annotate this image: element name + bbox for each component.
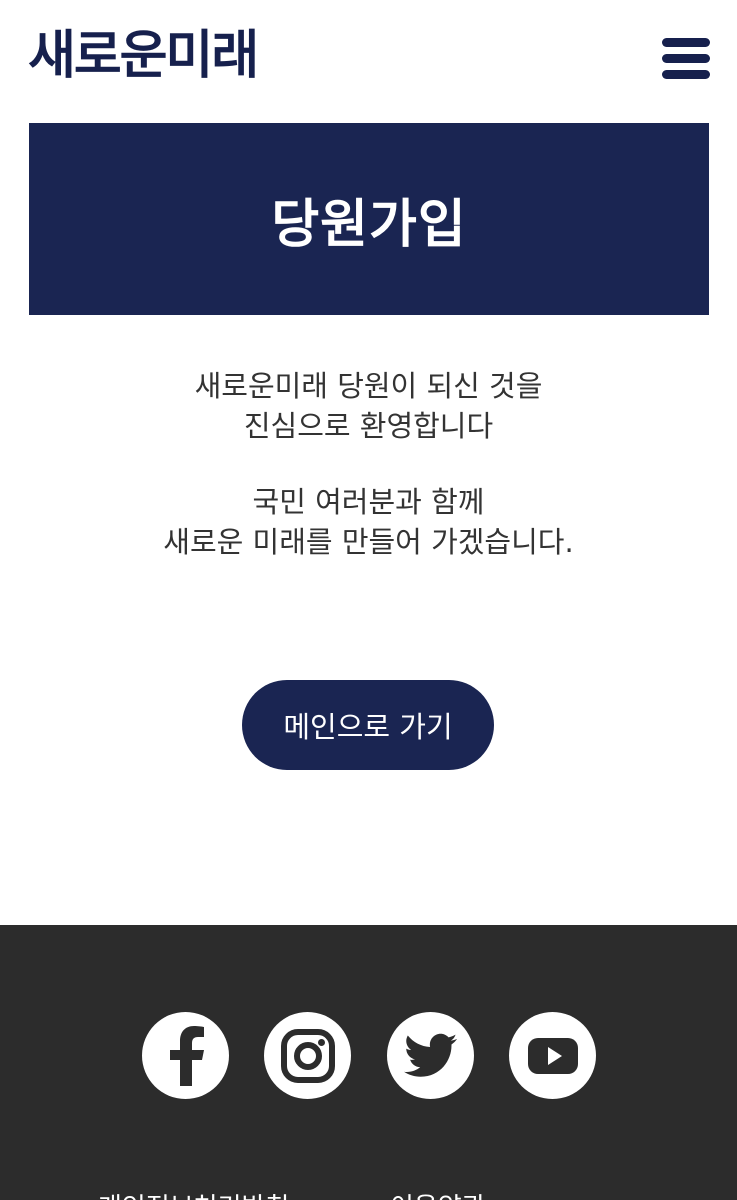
welcome-line: 진심으로 환영합니다: [243, 409, 494, 443]
instagram-link[interactable]: [264, 1012, 351, 1099]
twitter-icon: [403, 1033, 457, 1077]
welcome-line: 국민 여러분과 함께: [252, 485, 485, 519]
twitter-link[interactable]: [387, 1012, 474, 1099]
terms-of-use-link[interactable]: 이용약관: [390, 1187, 486, 1200]
privacy-policy-link[interactable]: 개인정보처리방침: [98, 1187, 289, 1200]
site-logo[interactable]: 새로운미래: [28, 24, 259, 88]
page-title: 당원가입: [271, 194, 467, 255]
youtube-link[interactable]: [509, 1012, 596, 1099]
footer-links: 개인정보처리방침 이용약관: [0, 1187, 737, 1200]
welcome-line: 새로운미래 당원이 되신 것을: [194, 369, 543, 403]
facebook-icon: [169, 1025, 204, 1086]
go-to-main-button[interactable]: 메인으로 가기: [242, 680, 494, 770]
page: 새로운미래 당원가입 새로운미래 당원이 되신 것을 진심으로 환영합니다 국민…: [0, 0, 737, 1200]
page-banner: 당원가입: [29, 123, 709, 315]
facebook-link[interactable]: [142, 1012, 229, 1099]
menu-button[interactable]: [662, 38, 710, 80]
welcome-message: 새로운미래 당원이 되신 것을 진심으로 환영합니다 국민 여러분과 함께 새로…: [0, 366, 737, 562]
footer: 개인정보처리방침 이용약관: [0, 925, 737, 1200]
welcome-line: 새로운 미래를 만들어 가겠습니다.: [163, 525, 574, 559]
youtube-icon: [527, 1037, 578, 1074]
instagram-icon: [280, 1028, 335, 1083]
